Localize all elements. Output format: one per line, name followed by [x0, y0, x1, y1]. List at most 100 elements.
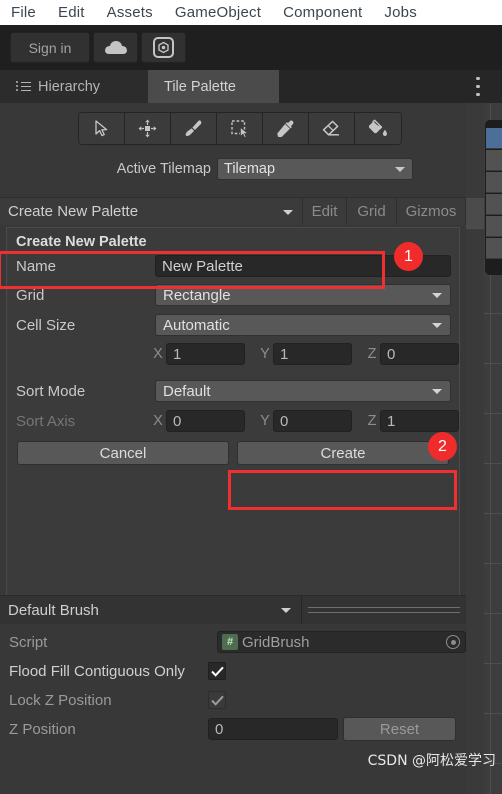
flood-fill-label: Flood Fill Contiguous Only	[9, 662, 185, 680]
cell-size-dropdown[interactable]: Automatic	[155, 314, 451, 336]
dialog-buttons-row: Cancel Create	[7, 440, 461, 466]
script-label: Script	[9, 633, 48, 651]
flood-fill-checkbox[interactable]	[208, 662, 226, 680]
brush-dropdown[interactable]: Default Brush	[0, 596, 302, 624]
sort-axis-y-label: Y	[260, 413, 270, 429]
box-fill-tool-button[interactable]	[217, 113, 263, 144]
chevron-down-icon	[432, 389, 442, 394]
cell-size-label: Cell Size	[16, 316, 76, 334]
menu-item-gameobject[interactable]: GameObject	[175, 4, 261, 21]
chevron-down-icon	[281, 608, 291, 613]
box-select-icon	[231, 120, 249, 138]
flood-fill-row: Flood Fill Contiguous Only	[0, 657, 466, 685]
cell-size-z-input[interactable]: 0	[380, 343, 459, 365]
list-item[interactable]	[486, 216, 502, 237]
brush-size-slider[interactable]	[302, 596, 466, 624]
sort-mode-dropdown[interactable]: Default	[155, 380, 451, 402]
sort-mode-label: Sort Mode	[16, 382, 86, 400]
gizmos-button[interactable]: Gizmos	[397, 198, 466, 225]
menu-item-file[interactable]: File	[11, 4, 36, 21]
tab-hierarchy-label: Hierarchy	[38, 78, 101, 95]
sort-axis-z-label: Z	[367, 413, 377, 429]
unity-services-button[interactable]	[141, 32, 186, 63]
script-value: GridBrush	[242, 633, 310, 651]
grid-button[interactable]: Grid	[347, 198, 397, 225]
cell-size-axes-row: X 1 Y 1 Z 0	[7, 341, 461, 367]
unity-services-icon	[153, 37, 174, 58]
cloud-button[interactable]	[93, 32, 138, 63]
chevron-down-icon	[432, 323, 442, 328]
object-picker-icon[interactable]	[446, 635, 460, 649]
move-arrows-icon	[138, 119, 157, 138]
list-item[interactable]	[486, 238, 502, 259]
check-icon	[210, 666, 224, 677]
list-item[interactable]	[486, 128, 502, 149]
script-icon: #	[222, 634, 238, 650]
script-row: Script # GridBrush	[0, 628, 466, 656]
sign-in-button[interactable]: Sign in	[10, 32, 90, 63]
brush-dropdown-value: Default Brush	[8, 601, 99, 619]
edit-button[interactable]: Edit	[303, 198, 347, 225]
tab-hierarchy[interactable]: Hierarchy	[0, 70, 148, 103]
list-item[interactable]	[486, 150, 502, 171]
active-tilemap-value: Tilemap	[224, 161, 276, 177]
kebab-menu-icon[interactable]	[476, 77, 480, 96]
cell-size-x-input[interactable]: 1	[166, 343, 245, 365]
sort-axis-x-input[interactable]: 0	[166, 410, 245, 432]
z-position-label: Z Position	[9, 720, 76, 738]
paintbrush-icon	[185, 120, 202, 137]
grid-dropdown[interactable]: Rectangle	[155, 284, 451, 306]
menu-item-component[interactable]: Component	[283, 4, 362, 21]
create-new-palette-dialog: Create New Palette Name New Palette Grid…	[6, 227, 460, 607]
chevron-down-icon	[432, 293, 442, 298]
name-label: Name	[16, 257, 57, 275]
eraser-tool-button[interactable]	[309, 113, 355, 144]
tile-palette-panel: Active Tilemap Tilemap Create New Palett…	[0, 103, 466, 794]
z-position-input[interactable]: 0	[208, 718, 338, 740]
watermark: CSDN @阿松爱学习	[367, 753, 496, 769]
right-hierarchy-list	[485, 120, 502, 275]
grid-label: Grid	[16, 286, 45, 304]
sort-axis-label: Sort Axis	[16, 412, 76, 430]
menu-item-edit[interactable]: Edit	[58, 4, 85, 21]
sort-mode-row: Sort Mode Default	[7, 378, 461, 404]
right-panel-divider	[466, 228, 484, 229]
paint-brush-tool-button[interactable]	[171, 113, 217, 144]
active-tilemap-row: Active Tilemap Tilemap	[0, 155, 466, 183]
eraser-icon	[322, 120, 339, 136]
tab-tile-palette[interactable]: Tile Palette	[148, 70, 279, 103]
script-object-field[interactable]: # GridBrush	[217, 631, 466, 653]
sort-axis-row: Sort Axis X 0 Y 0 Z 1	[7, 408, 461, 434]
palette-select-dropdown[interactable]: Create New Palette	[0, 198, 303, 225]
menu-item-assets[interactable]: Assets	[107, 4, 153, 21]
cell-size-y-input[interactable]: 1	[273, 343, 352, 365]
name-row: Name New Palette	[7, 253, 461, 279]
create-button[interactable]: Create	[237, 441, 449, 465]
lock-z-checkbox[interactable]	[208, 691, 226, 709]
eyedropper-icon	[277, 120, 294, 137]
active-tilemap-label: Active Tilemap	[116, 161, 211, 177]
check-icon	[210, 695, 224, 706]
cloud-icon	[104, 41, 127, 54]
sort-axis-y-input[interactable]: 0	[273, 410, 352, 432]
right-tab-edge	[466, 198, 484, 228]
sort-axis-z-input[interactable]: 1	[380, 410, 459, 432]
dialog-title: Create New Palette	[16, 234, 147, 250]
cell-size-row: Cell Size Automatic	[7, 312, 461, 338]
list-item[interactable]	[486, 194, 502, 215]
picker-tool-button[interactable]	[263, 113, 309, 144]
cancel-button[interactable]: Cancel	[17, 441, 229, 465]
active-tilemap-dropdown[interactable]: Tilemap	[217, 158, 413, 180]
panel-tab-strip: Hierarchy Tile Palette	[0, 70, 502, 103]
fill-tool-button[interactable]	[355, 113, 401, 144]
grid-value: Rectangle	[163, 286, 231, 304]
z-position-row: Z Position 0 Reset	[0, 715, 466, 743]
move-tool-button[interactable]	[125, 113, 171, 144]
annotation-badge-2: 2	[428, 432, 457, 461]
right-edge-strip	[466, 103, 502, 794]
select-tool-button[interactable]	[79, 113, 125, 144]
menu-item-jobs[interactable]: Jobs	[384, 4, 417, 21]
list-item[interactable]	[486, 172, 502, 193]
reset-button[interactable]: Reset	[343, 717, 456, 741]
paint-bucket-icon	[368, 119, 387, 136]
